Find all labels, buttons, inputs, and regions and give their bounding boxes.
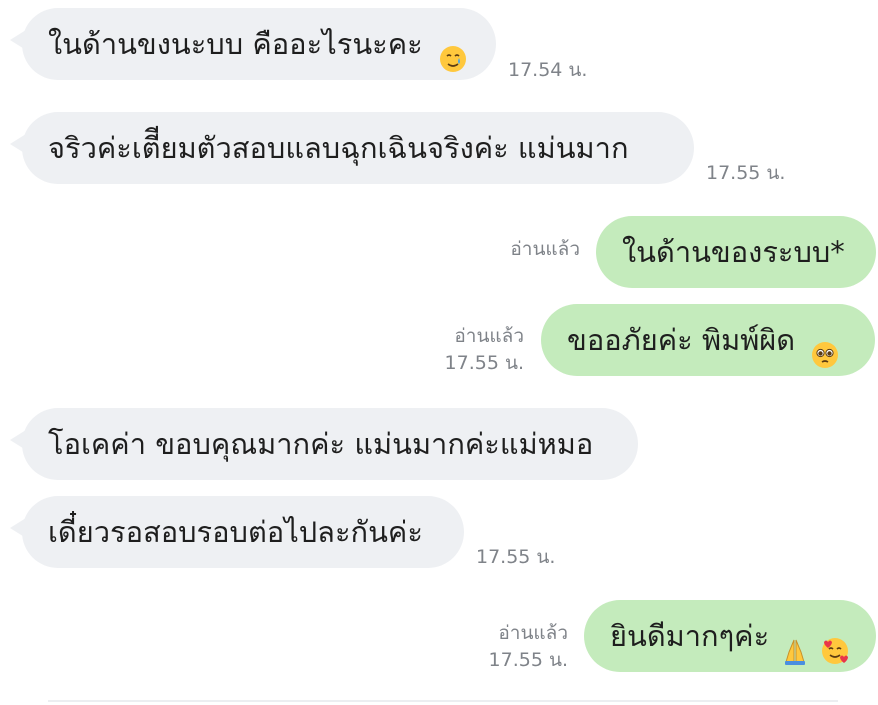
message-time: 17.55 น.: [706, 162, 786, 184]
read-receipt: อ่านแล้ว: [454, 325, 524, 347]
message-text: ยินดีมากๆค่ะ: [610, 619, 770, 653]
message-bubble-outgoing[interactable]: ในด้านของระบบ*: [596, 216, 876, 288]
message-text: จริวค่ะเตีียมตัวสอบแลบฉุกเฉินจริงค่ะ แม่…: [48, 131, 629, 165]
message-time: 17.55 น.: [444, 352, 524, 374]
pleading-face-emoji-icon: [810, 324, 840, 368]
message-text: ในด้านขงนะบบ คืออะไรนะคะ: [48, 27, 423, 61]
message-text: ในด้านของระบบ*: [622, 235, 845, 269]
folded-hands-emoji-icon: [780, 620, 810, 665]
message-bubble-outgoing[interactable]: ยินดีมากๆค่ะ: [584, 600, 876, 672]
read-receipt: อ่านแล้ว: [498, 622, 568, 644]
message-bubble-incoming[interactable]: เดี๋ยวรอสอบรอบต่อไปละกันค่ะ: [22, 496, 464, 568]
message-text: โอเคค่า ขอบคุณมากค่ะ แม่นมากค่ะแม่หมอ: [48, 427, 594, 461]
message-text: ขออภัยค่ะ พิมพ์ผิด: [567, 323, 796, 357]
message-bubble-incoming[interactable]: ในด้านขงนะบบ คืออะไรนะคะ: [22, 8, 496, 80]
message-text: เดี๋ยวรอสอบรอบต่อไปละกันค่ะ: [48, 515, 423, 549]
bottom-divider: [48, 700, 838, 702]
message-bubble-outgoing[interactable]: ขออภัยค่ะ พิมพ์ผิด: [541, 304, 875, 376]
tear-smile-emoji-icon: [438, 28, 468, 72]
message-bubble-incoming[interactable]: จริวค่ะเตีียมตัวสอบแลบฉุกเฉินจริงค่ะ แม่…: [22, 112, 694, 184]
message-time: 17.55 น.: [488, 649, 568, 671]
smiling-face-with-hearts-emoji-icon: [820, 620, 850, 664]
message-bubble-incoming[interactable]: โอเคค่า ขอบคุณมากค่ะ แม่นมากค่ะแม่หมอ: [22, 408, 638, 480]
read-receipt: อ่านแล้ว: [510, 238, 580, 260]
message-time: 17.55 น.: [476, 546, 556, 568]
message-time: 17.54 น.: [508, 59, 588, 81]
